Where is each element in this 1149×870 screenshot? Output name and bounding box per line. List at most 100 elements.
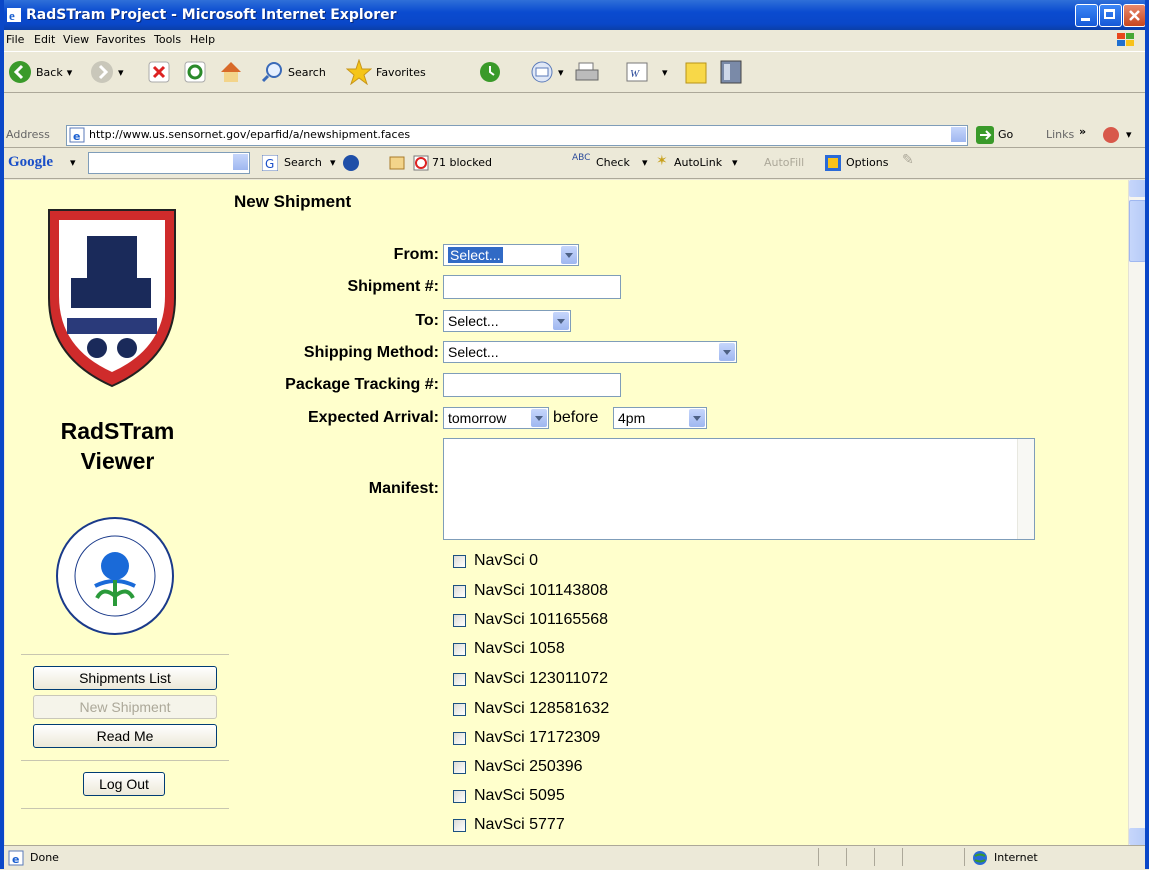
google-search-button[interactable]: Search bbox=[284, 156, 322, 169]
menu-help[interactable]: Help bbox=[190, 33, 215, 46]
research-icon[interactable] bbox=[718, 58, 744, 86]
go-button[interactable]: Go bbox=[998, 128, 1013, 141]
print-icon[interactable] bbox=[574, 60, 600, 84]
forward-button[interactable]: ▾ bbox=[90, 58, 124, 86]
list-item[interactable]: NavSci 5095 bbox=[453, 787, 565, 805]
menu-edit[interactable]: Edit bbox=[34, 33, 55, 46]
checkbox[interactable] bbox=[453, 702, 466, 716]
back-button[interactable]: Back ▾ bbox=[8, 58, 72, 86]
stop-icon[interactable] bbox=[148, 61, 170, 83]
messenger-icon[interactable] bbox=[1102, 126, 1122, 144]
sidebar: RadSTram Viewer Shipments List New Shipm… bbox=[5, 180, 230, 845]
links-label[interactable]: Links bbox=[1046, 128, 1074, 141]
arrival-time-select[interactable]: 4pm bbox=[613, 407, 707, 429]
menu-file[interactable]: File bbox=[6, 33, 24, 46]
close-button[interactable] bbox=[1123, 4, 1146, 27]
from-select[interactable]: Select... bbox=[443, 244, 579, 266]
google-dropdown-icon[interactable] bbox=[233, 154, 248, 170]
manifest-label: Manifest: bbox=[368, 480, 439, 497]
new-shipment-button[interactable]: New Shipment bbox=[33, 695, 217, 719]
scroll-thumb[interactable] bbox=[1129, 200, 1146, 262]
shipping-method-value: Select... bbox=[448, 344, 499, 360]
shipments-list-button[interactable]: Shipments List bbox=[33, 666, 217, 690]
scroll-up-icon[interactable] bbox=[1129, 180, 1146, 197]
list-item[interactable]: NavSci 101165568 bbox=[453, 611, 608, 629]
pagerank-icon[interactable] bbox=[342, 154, 360, 172]
checkbox[interactable] bbox=[453, 731, 466, 745]
options-button[interactable]: Options bbox=[846, 156, 888, 169]
chevron-down-icon bbox=[531, 409, 547, 427]
list-item[interactable]: NavSci 0 bbox=[453, 552, 538, 570]
spell-check-button[interactable]: Check bbox=[596, 156, 630, 169]
word-edit-icon[interactable]: W bbox=[626, 62, 648, 82]
manifest-scrollbar[interactable] bbox=[1017, 439, 1034, 539]
address-url: http://www.us.sensornet.gov/eparfid/a/ne… bbox=[89, 128, 411, 141]
checkbox[interactable] bbox=[453, 554, 466, 568]
home-icon[interactable] bbox=[218, 59, 244, 85]
read-me-button[interactable]: Read Me bbox=[33, 724, 217, 748]
maximize-button[interactable] bbox=[1099, 4, 1122, 27]
list-item[interactable]: NavSci 128581632 bbox=[453, 700, 609, 718]
list-item[interactable]: NavSci 5777 bbox=[453, 816, 565, 834]
shipping-method-select[interactable]: Select... bbox=[443, 341, 737, 363]
address-label: Address bbox=[6, 128, 50, 141]
autolink-button[interactable]: AutoLink bbox=[674, 156, 722, 169]
list-item-label: NavSci 101165568 bbox=[474, 611, 609, 628]
log-out-button[interactable]: Log Out bbox=[83, 772, 165, 796]
list-item[interactable]: NavSci 123011072 bbox=[453, 670, 608, 688]
address-dropdown-icon[interactable] bbox=[951, 127, 966, 142]
list-item[interactable]: NavSci 250396 bbox=[453, 758, 583, 776]
menu-tools[interactable]: Tools bbox=[154, 33, 181, 46]
checkbox[interactable] bbox=[453, 584, 466, 598]
checkbox[interactable] bbox=[453, 760, 466, 774]
svg-text:e: e bbox=[12, 853, 19, 866]
address-input[interactable]: e http://www.us.sensornet.gov/eparfid/a/… bbox=[66, 125, 968, 146]
autofill-button[interactable]: AutoFill bbox=[764, 156, 804, 169]
blocked-count[interactable]: 71 blocked bbox=[432, 156, 492, 169]
minimize-button[interactable] bbox=[1075, 4, 1098, 27]
arrival-time-value: 4pm bbox=[618, 410, 646, 426]
list-item-label: NavSci 17172309 bbox=[474, 729, 601, 746]
search-button[interactable]: Search bbox=[260, 58, 326, 86]
list-item[interactable]: NavSci 17172309 bbox=[453, 729, 600, 747]
popup-blocker-icon[interactable] bbox=[412, 154, 430, 172]
options-icon[interactable] bbox=[824, 154, 842, 172]
checkbox[interactable] bbox=[453, 642, 466, 656]
checkbox[interactable] bbox=[453, 789, 466, 803]
window-frame-right bbox=[1145, 0, 1149, 869]
go-arrow-icon[interactable] bbox=[976, 126, 994, 144]
list-item-label: NavSci 101143808 bbox=[474, 582, 609, 599]
google-logo[interactable]: Google bbox=[8, 154, 53, 171]
news-icon[interactable] bbox=[388, 154, 406, 172]
checkbox[interactable] bbox=[453, 818, 466, 832]
to-label: To: bbox=[415, 312, 439, 329]
menu-view[interactable]: View bbox=[63, 33, 89, 46]
checkbox[interactable] bbox=[453, 613, 466, 627]
list-item-label: NavSci 1058 bbox=[474, 640, 565, 657]
favorites-button[interactable]: Favorites bbox=[346, 58, 426, 86]
checkbox[interactable] bbox=[453, 672, 466, 686]
scroll-down-icon[interactable] bbox=[1129, 828, 1146, 845]
list-item[interactable]: NavSci 1058 bbox=[453, 640, 565, 658]
svg-text:G: G bbox=[265, 157, 274, 171]
list-item[interactable]: NavSci 101143808 bbox=[453, 582, 608, 600]
refresh-icon[interactable] bbox=[184, 61, 206, 83]
app-title-line2: Viewer bbox=[80, 448, 155, 474]
google-search-input[interactable] bbox=[88, 152, 250, 174]
manifest-textarea[interactable] bbox=[443, 438, 1035, 540]
page-scrollbar[interactable] bbox=[1128, 180, 1146, 845]
mail-icon[interactable] bbox=[530, 60, 556, 84]
note-icon[interactable] bbox=[684, 61, 708, 85]
back-label: Back bbox=[36, 65, 63, 79]
to-select[interactable]: Select... bbox=[443, 310, 571, 332]
app-title-line1: RadSTram bbox=[60, 418, 175, 444]
tracking-number-label: Package Tracking #: bbox=[285, 376, 439, 393]
tracking-number-input[interactable] bbox=[443, 373, 621, 397]
google-g-icon: G bbox=[262, 155, 278, 171]
arrival-day-select[interactable]: tomorrow bbox=[443, 407, 549, 429]
menu-favorites[interactable]: Favorites bbox=[96, 33, 146, 46]
window-title: RadSTram Project - Microsoft Internet Ex… bbox=[26, 7, 397, 23]
shipment-number-input[interactable] bbox=[443, 275, 621, 299]
chevron-down-icon bbox=[719, 343, 735, 361]
history-icon[interactable] bbox=[478, 60, 502, 84]
